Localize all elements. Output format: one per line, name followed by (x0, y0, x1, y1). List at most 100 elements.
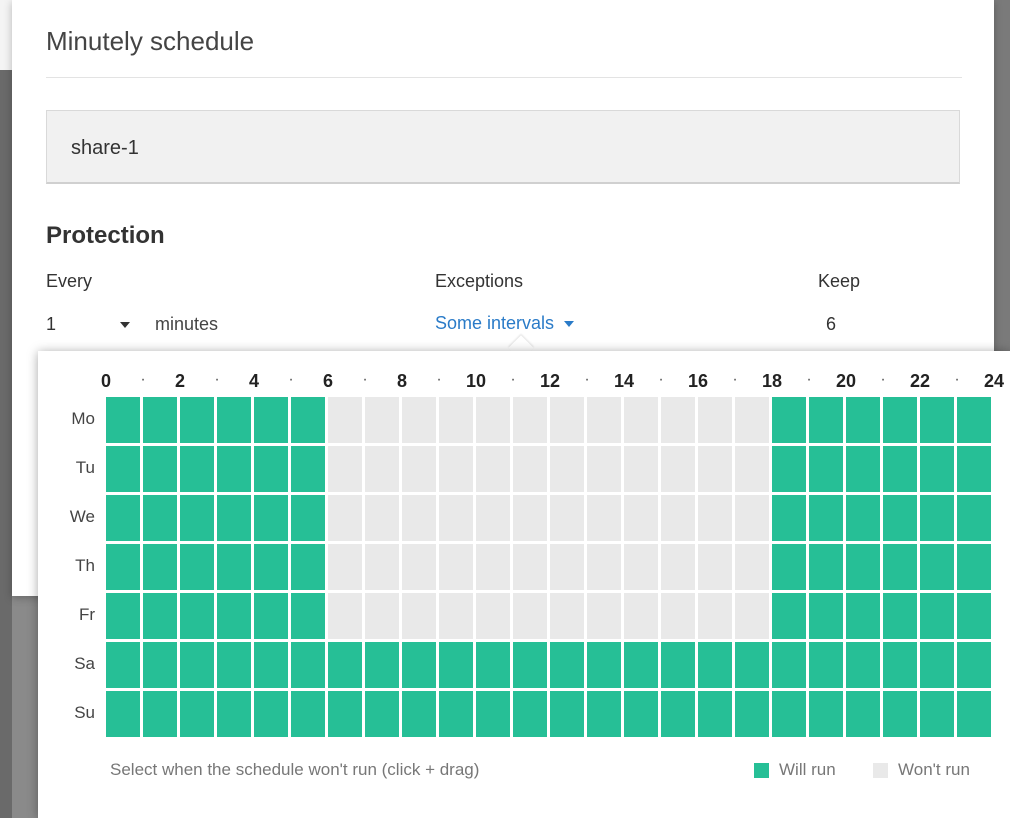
schedule-cell[interactable] (254, 397, 288, 443)
schedule-cell[interactable] (661, 495, 695, 541)
schedule-cell[interactable] (698, 593, 732, 639)
schedule-cell[interactable] (513, 495, 547, 541)
schedule-cell[interactable] (920, 495, 954, 541)
schedule-cell[interactable] (846, 642, 880, 688)
schedule-cell[interactable] (513, 691, 547, 737)
schedule-cell[interactable] (513, 593, 547, 639)
schedule-cell[interactable] (550, 544, 584, 590)
schedule-cell[interactable] (883, 495, 917, 541)
schedule-cell[interactable] (809, 446, 843, 492)
schedule-cell[interactable] (439, 691, 473, 737)
schedule-cell[interactable] (587, 495, 621, 541)
schedule-cell[interactable] (328, 642, 362, 688)
schedule-cell[interactable] (476, 642, 510, 688)
schedule-cell[interactable] (365, 642, 399, 688)
schedule-cell[interactable] (328, 495, 362, 541)
schedule-cell[interactable] (920, 593, 954, 639)
schedule-cell[interactable] (624, 691, 658, 737)
schedule-cell[interactable] (291, 544, 325, 590)
schedule-cell[interactable] (957, 544, 991, 590)
schedule-cell[interactable] (661, 642, 695, 688)
schedule-cell[interactable] (920, 544, 954, 590)
schedule-cell[interactable] (846, 495, 880, 541)
schedule-cell[interactable] (809, 495, 843, 541)
schedule-cell[interactable] (883, 691, 917, 737)
schedule-cell[interactable] (883, 446, 917, 492)
schedule-cell[interactable] (476, 544, 510, 590)
schedule-cell[interactable] (883, 593, 917, 639)
exceptions-dropdown[interactable]: Some intervals (435, 313, 575, 334)
schedule-cell[interactable] (809, 642, 843, 688)
schedule-cell[interactable] (587, 544, 621, 590)
schedule-cell[interactable] (143, 397, 177, 443)
schedule-cell[interactable] (476, 397, 510, 443)
schedule-cell[interactable] (143, 691, 177, 737)
schedule-cell[interactable] (846, 446, 880, 492)
schedule-cell[interactable] (587, 593, 621, 639)
schedule-cell[interactable] (772, 691, 806, 737)
schedule-cell[interactable] (698, 691, 732, 737)
schedule-cell[interactable] (402, 446, 436, 492)
schedule-cell[interactable] (883, 642, 917, 688)
schedule-cell[interactable] (180, 642, 214, 688)
schedule-cell[interactable] (180, 544, 214, 590)
schedule-cell[interactable] (291, 593, 325, 639)
schedule-cell[interactable] (550, 642, 584, 688)
schedule-cell[interactable] (143, 642, 177, 688)
schedule-cell[interactable] (180, 446, 214, 492)
schedule-cell[interactable] (254, 642, 288, 688)
schedule-cell[interactable] (698, 642, 732, 688)
schedule-cell[interactable] (735, 691, 769, 737)
schedule-cell[interactable] (735, 642, 769, 688)
schedule-cell[interactable] (661, 691, 695, 737)
schedule-cell[interactable] (661, 446, 695, 492)
schedule-cell[interactable] (439, 593, 473, 639)
schedule-cell[interactable] (365, 397, 399, 443)
schedule-cell[interactable] (106, 544, 140, 590)
schedule-cell[interactable] (217, 446, 251, 492)
schedule-cell[interactable] (624, 544, 658, 590)
schedule-cell[interactable] (106, 691, 140, 737)
schedule-cell[interactable] (439, 397, 473, 443)
schedule-cell[interactable] (402, 593, 436, 639)
schedule-cell[interactable] (698, 544, 732, 590)
schedule-cell[interactable] (217, 495, 251, 541)
schedule-cell[interactable] (365, 593, 399, 639)
schedule-cell[interactable] (328, 544, 362, 590)
schedule-cell[interactable] (846, 691, 880, 737)
schedule-cell[interactable] (772, 495, 806, 541)
schedule-cell[interactable] (661, 544, 695, 590)
schedule-cell[interactable] (624, 397, 658, 443)
schedule-cell[interactable] (439, 446, 473, 492)
schedule-cell[interactable] (439, 495, 473, 541)
schedule-cell[interactable] (550, 593, 584, 639)
schedule-cell[interactable] (698, 397, 732, 443)
share-name-field[interactable]: share-1 (46, 110, 960, 184)
schedule-cell[interactable] (254, 544, 288, 590)
schedule-cell[interactable] (624, 446, 658, 492)
schedule-cell[interactable] (254, 593, 288, 639)
schedule-cell[interactable] (143, 495, 177, 541)
schedule-cell[interactable] (772, 397, 806, 443)
schedule-cell[interactable] (143, 446, 177, 492)
schedule-cell[interactable] (328, 446, 362, 492)
schedule-cell[interactable] (624, 495, 658, 541)
schedule-cell[interactable] (328, 593, 362, 639)
schedule-cell[interactable] (217, 691, 251, 737)
schedule-cell[interactable] (661, 397, 695, 443)
schedule-cell[interactable] (439, 544, 473, 590)
schedule-cell[interactable] (328, 397, 362, 443)
schedule-cell[interactable] (920, 691, 954, 737)
schedule-cell[interactable] (698, 495, 732, 541)
schedule-cell[interactable] (957, 642, 991, 688)
schedule-cell[interactable] (772, 593, 806, 639)
schedule-cell[interactable] (254, 495, 288, 541)
schedule-cell[interactable] (291, 446, 325, 492)
schedule-cell[interactable] (254, 446, 288, 492)
schedule-cell[interactable] (513, 642, 547, 688)
schedule-cell[interactable] (920, 642, 954, 688)
schedule-cell[interactable] (217, 544, 251, 590)
schedule-cell[interactable] (328, 691, 362, 737)
schedule-cell[interactable] (180, 691, 214, 737)
schedule-cell[interactable] (920, 397, 954, 443)
